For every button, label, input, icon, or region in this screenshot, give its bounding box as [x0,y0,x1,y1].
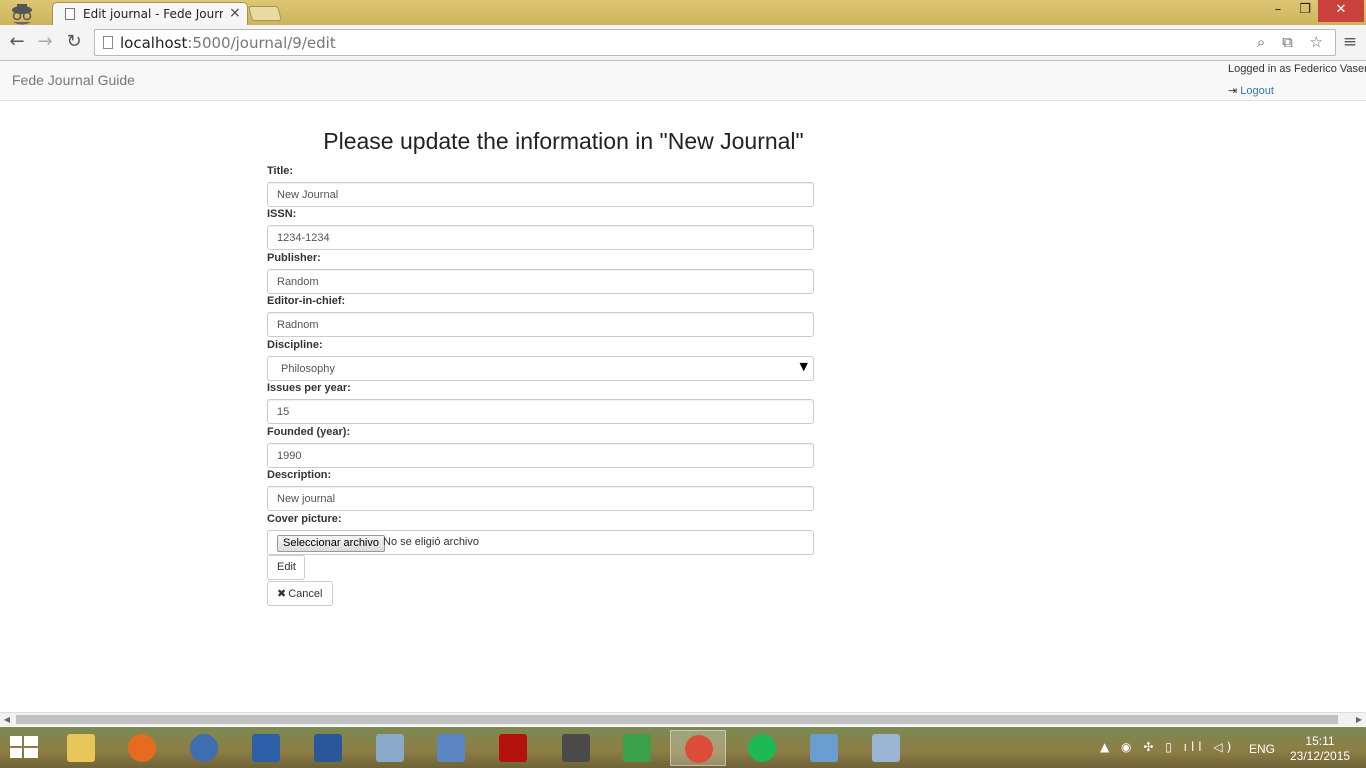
chrome-icon [685,735,713,763]
system-tray-icons[interactable]: ▲ ◉ ✣ ▯ ıll ◁) [1100,740,1235,768]
scrollbar-thumb[interactable] [16,715,1338,724]
publisher-input[interactable] [267,269,814,294]
windows-start-icon[interactable] [10,736,38,760]
wordpad-icon [252,734,280,762]
window-restore-button[interactable]: ❐ [1292,0,1318,22]
taskbar-git-button[interactable] [609,730,665,766]
url-path: :5000/journal/9/edit [187,34,336,52]
page-icon [65,8,75,20]
paint-icon [810,734,838,762]
window-minimize-button[interactable]: – [1264,0,1292,22]
taskbar-firefox-button[interactable] [114,730,170,766]
cover-file-input: Seleccionar archivo No se eligió archivo [267,530,814,555]
issues-label: Issues per year: [267,382,351,394]
thunderbird-icon [190,734,218,762]
forward-arrow-icon[interactable]: → [34,31,56,53]
taskbar-chrome-button[interactable] [670,730,726,766]
clock-time: 15:11 [1305,734,1335,748]
taskbar-clock[interactable]: 15:11 23/12/2015 [1290,734,1350,764]
git-icon [623,734,651,762]
windows-taskbar: ▲ ◉ ✣ ▯ ıll ◁) ENG 15:11 23/12/2015 [0,727,1366,768]
taskbar-word-button[interactable] [300,730,356,766]
taskbar-wordpad-button[interactable] [238,730,294,766]
discipline-label: Discipline: [267,339,323,351]
tab-title: Edit journal - Fede Journal Guide [83,7,223,21]
file-status-text: No se eligió archivo [383,536,479,548]
title-label: Title: [267,165,294,177]
sublime-text-icon [562,734,590,762]
taskbar-remote-desktop-button[interactable] [362,730,418,766]
back-arrow-icon[interactable]: ← [6,31,28,53]
firefox-icon [128,734,156,762]
issn-input[interactable] [267,225,814,250]
logout-icon: ⇥ [1228,84,1238,97]
window-close-button[interactable]: ✕ [1318,0,1364,22]
taskbar-adobe-reader-button[interactable] [485,730,541,766]
logout-link[interactable]: ⇥ Logout [1228,84,1274,97]
dropdown-arrow-icon: ▼ [799,360,808,373]
description-label: Description: [267,469,332,481]
scroll-left-icon[interactable]: ◀ [0,713,14,726]
issn-label: ISSN: [267,208,297,220]
file-explorer-icon [67,734,95,762]
url-text[interactable]: localhost:5000/journal/9/edit [120,34,336,52]
taskbar-sublime-text-button[interactable] [548,730,604,766]
clock-date: 23/12/2015 [1290,749,1351,763]
reload-icon[interactable]: ↻ [63,31,85,53]
title-input[interactable] [267,182,814,207]
url-host: localhost [120,34,188,52]
taskbar-thunderbird-button[interactable] [176,730,232,766]
discipline-select[interactable]: Philosophy ▼ [267,356,814,381]
brand-link[interactable]: Fede Journal Guide [12,72,135,88]
page-icon [103,36,113,49]
tab-close-icon[interactable]: × [229,5,241,21]
founded-label: Founded (year): [267,426,351,438]
choose-file-button[interactable]: Seleccionar archivo [277,535,385,552]
founded-input[interactable] [267,443,814,468]
spotify-icon [748,734,776,762]
taskbar-snipping-tool-button[interactable] [858,730,914,766]
publisher-label: Publisher: [267,252,321,264]
input-language[interactable]: ENG [1249,742,1275,768]
taskbar-file-explorer-button[interactable] [53,730,109,766]
cancel-label: Cancel [288,588,323,600]
word-icon [314,734,342,762]
description-input[interactable] [267,486,814,511]
remote-desktop-icon [376,734,404,762]
incognito-icon [12,4,32,25]
browser-title-bar: Edit journal - Fede Journal Guide × – ❐ … [0,0,1366,25]
page-title: Please update the information in "New Jo… [323,128,804,154]
issues-input[interactable] [267,399,814,424]
edit-button[interactable]: Edit [267,555,305,580]
new-tab-button[interactable] [247,6,283,21]
browser-toolbar: ← → ↻ localhost:5000/journal/9/edit ⌕ ⧉ … [0,25,1366,61]
snipping-tool-icon [872,734,900,762]
cover-label: Cover picture: [267,513,342,525]
browser-menu-icon[interactable]: ≡ [1340,32,1360,52]
cancel-button[interactable]: ✖ Cancel [267,581,333,606]
editor-label: Editor-in-chief: [267,295,346,307]
taskbar-paint-button[interactable] [796,730,852,766]
discipline-selected-value: Philosophy [281,363,335,375]
close-icon: ✖ [277,587,287,600]
omnibox-action-icons[interactable]: ⌕ ⧉ ☆ [1257,33,1329,51]
browser-tab-active[interactable]: Edit journal - Fede Journal Guide × [52,2,248,25]
taskbar-spotify-button[interactable] [734,730,790,766]
calculator-icon [437,734,465,762]
scroll-right-icon[interactable]: ▶ [1352,713,1366,726]
editor-input[interactable] [267,312,814,337]
app-navbar: Fede Journal Guide Logged in as Federico… [0,61,1366,101]
logged-in-text: Logged in as Federico Vasen [1228,63,1366,75]
adobe-reader-icon [499,734,527,762]
address-bar[interactable]: localhost:5000/journal/9/edit ⌕ ⧉ ☆ [94,29,1336,56]
taskbar-calculator-button[interactable] [423,730,479,766]
horizontal-scrollbar[interactable]: ◀ ▶ [0,712,1366,726]
logout-label: Logout [1240,85,1274,97]
